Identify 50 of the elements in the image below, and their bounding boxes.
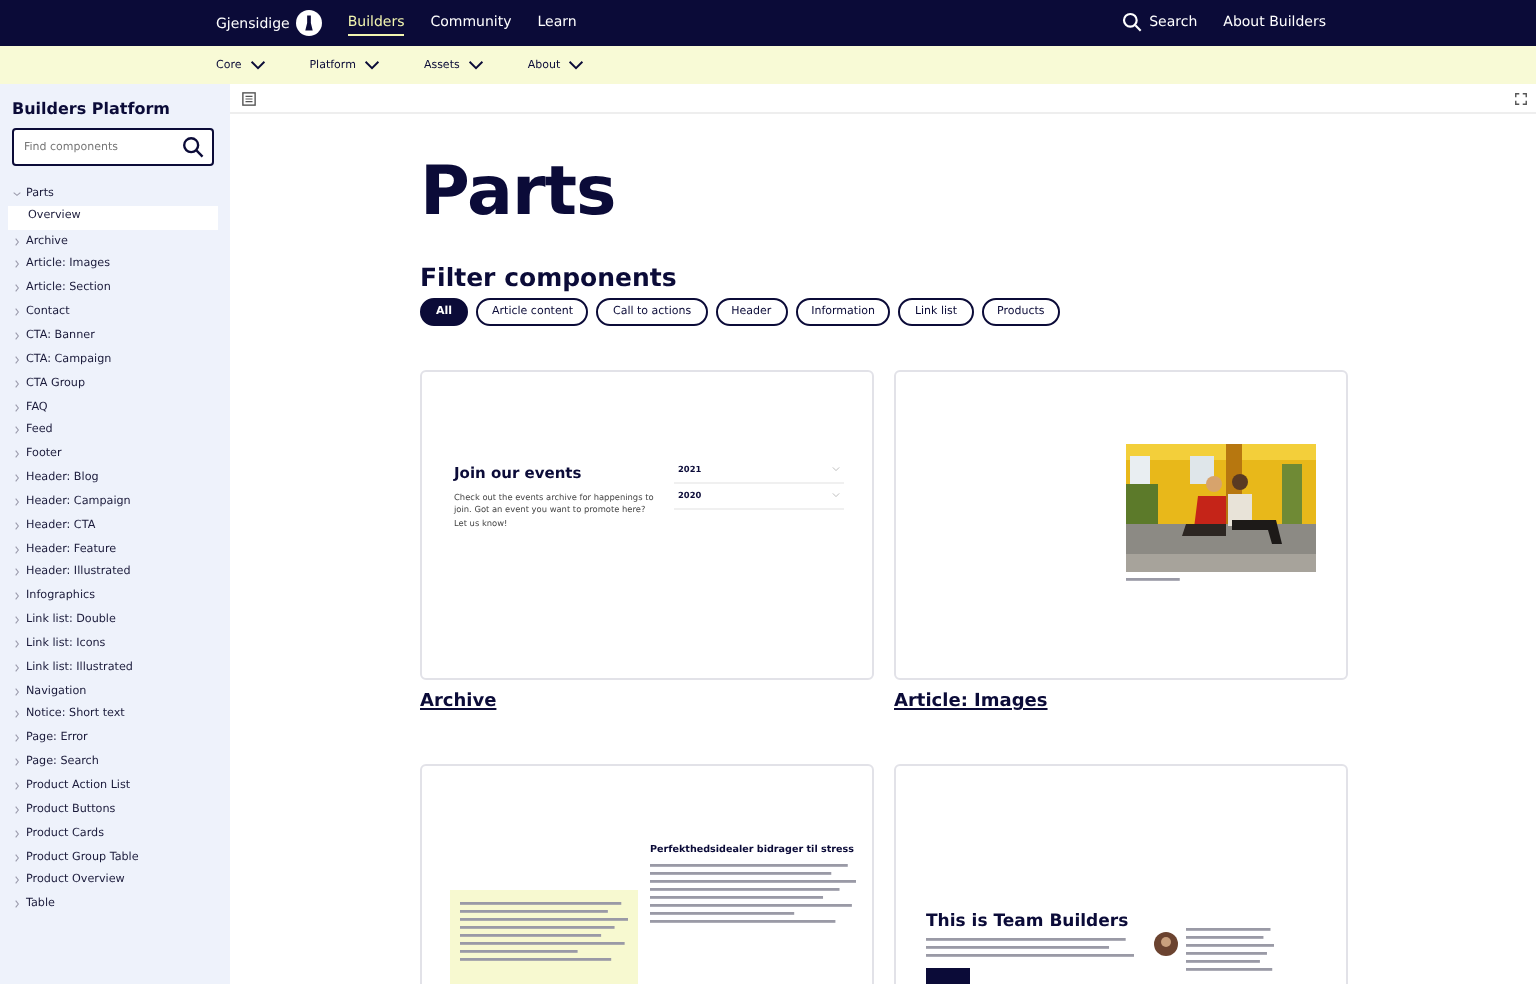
- section-heading: Filter components: [420, 262, 679, 292]
- expander-icon[interactable]: [12, 687, 20, 696]
- expander-icon[interactable]: [12, 900, 20, 909]
- expander-icon[interactable]: [12, 331, 20, 340]
- page-title: Parts: [420, 158, 618, 226]
- expander-icon[interactable]: [12, 426, 20, 435]
- expander-icon[interactable]: [12, 521, 20, 530]
- chevron-down-icon: [568, 60, 585, 70]
- sidebar-title: Builders Platform: [10, 100, 173, 118]
- expander-icon[interactable]: [12, 545, 20, 554]
- expander-icon[interactable]: [12, 616, 20, 625]
- expander-icon[interactable]: [12, 474, 20, 483]
- preview-button: [926, 968, 970, 984]
- expander-icon[interactable]: [12, 639, 20, 648]
- expander-icon[interactable]: [12, 876, 20, 885]
- component-link[interactable]: Article: Images: [894, 692, 1348, 712]
- preview-heading: This is Team Builders: [926, 912, 1131, 932]
- sidebar-toggle-icon: [242, 91, 256, 105]
- chevron-down-icon: [363, 60, 380, 70]
- component-preview-card[interactable]: [894, 370, 1348, 680]
- expander-icon[interactable]: [12, 568, 20, 577]
- expander-icon[interactable]: [12, 260, 20, 269]
- component-preview-card[interactable]: This is Team Builders: [894, 764, 1348, 984]
- search-icon: [182, 136, 204, 158]
- expander-icon[interactable]: [12, 758, 20, 767]
- expander-icon[interactable]: [12, 782, 20, 791]
- text-lines-drawing: [1126, 575, 1182, 583]
- fullscreen-icon: [1514, 91, 1528, 105]
- text-lines-drawing: [1186, 925, 1274, 973]
- search-icon: [1121, 12, 1142, 32]
- expander-icon[interactable]: [12, 805, 20, 814]
- expander-icon[interactable]: [12, 308, 20, 317]
- expander-icon[interactable]: [12, 403, 20, 412]
- expander-icon[interactable]: [12, 355, 20, 364]
- expander-icon[interactable]: [12, 237, 20, 246]
- expander-icon[interactable]: [12, 284, 20, 293]
- avatar-icon: [1154, 931, 1178, 955]
- expander-icon[interactable]: [12, 379, 20, 388]
- chevron-down-icon: [467, 60, 484, 70]
- expander-icon[interactable]: [12, 450, 20, 459]
- expander-icon[interactable]: [12, 497, 20, 506]
- expander-icon[interactable]: [12, 829, 20, 838]
- expander-icon[interactable]: [12, 853, 20, 862]
- expander-icon[interactable]: [12, 663, 20, 672]
- shield-icon: [295, 10, 322, 36]
- component-link[interactable]: Archive: [420, 692, 874, 712]
- expander-icon[interactable]: [12, 710, 20, 719]
- expander-icon[interactable]: [12, 734, 20, 743]
- chevron-down-icon: [249, 60, 266, 70]
- expander-icon[interactable]: [12, 592, 20, 601]
